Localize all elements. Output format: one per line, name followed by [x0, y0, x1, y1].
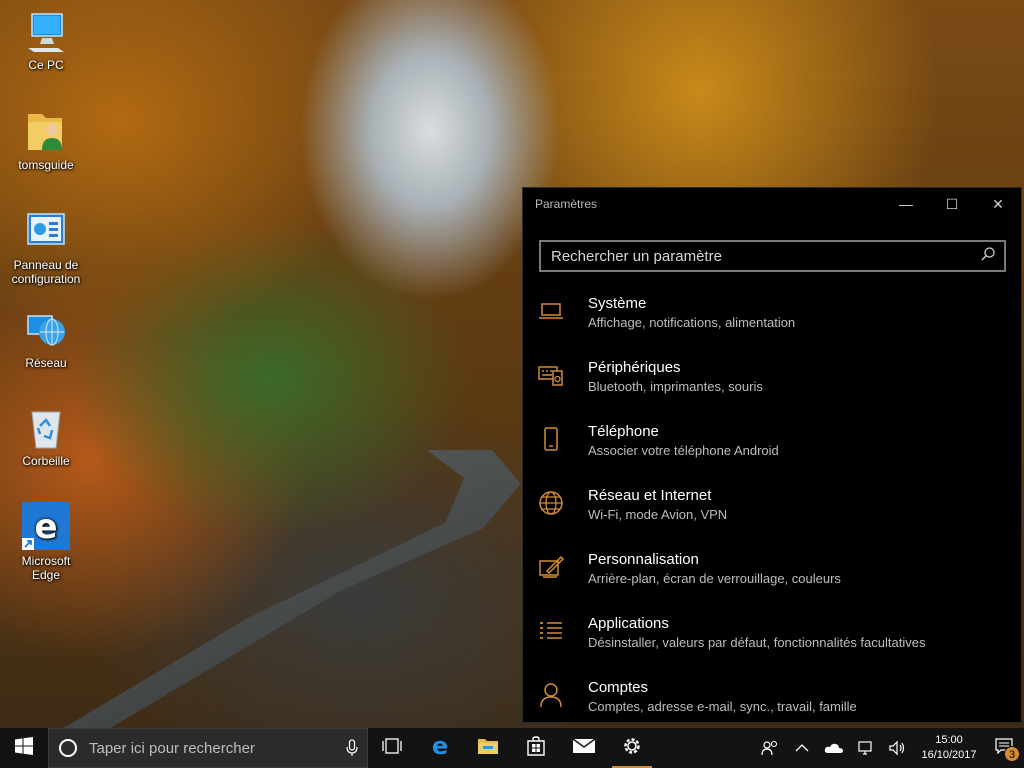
desktop-icon-network[interactable]: Réseau: [6, 308, 86, 370]
desktop-icon-recycle-bin[interactable]: Corbeille: [6, 406, 86, 468]
item-name: Système: [588, 295, 647, 312]
notification-badge: 3: [1004, 746, 1020, 762]
item-name: Personnalisation: [588, 551, 699, 568]
microphone-icon[interactable]: [337, 739, 367, 757]
settings-item-apps[interactable]: Applications Désinstaller, valeurs par d…: [523, 614, 1021, 678]
globe-icon: [537, 489, 565, 517]
item-desc: Désinstaller, valeurs par défaut, foncti…: [588, 635, 926, 650]
taskbar: Taper ici pour rechercher e 15:00 16/10/…: [0, 728, 1024, 768]
desktop-icon-label: Panneau de configuration: [11, 258, 81, 286]
minimize-button[interactable]: —: [883, 188, 929, 220]
store-icon: [526, 735, 546, 761]
item-name: Réseau et Internet: [588, 487, 712, 504]
item-desc: Affichage, notifications, alimentation: [588, 315, 796, 330]
person-icon: [537, 681, 565, 709]
item-name: Téléphone: [588, 423, 659, 440]
item-desc: Wi-Fi, mode Avion, VPN: [588, 507, 728, 522]
item-desc: Comptes, adresse e-mail, sync., travail,…: [588, 699, 857, 714]
maximize-button[interactable]: ☐: [929, 188, 975, 220]
network-icon[interactable]: [850, 728, 882, 768]
svg-text:e: e: [432, 735, 448, 757]
settings-item-personalization[interactable]: Personnalisation Arrière-plan, écran de …: [523, 550, 1021, 614]
cortana-icon: [59, 739, 77, 757]
chevron-up-icon[interactable]: [786, 728, 818, 768]
recycle-bin-icon: [24, 406, 68, 450]
edge-icon: e: [22, 502, 70, 550]
item-desc: Associer votre téléphone Android: [588, 443, 779, 458]
desktop-icon-edge[interactable]: e Microsoft Edge: [6, 502, 86, 582]
search-icon[interactable]: [980, 246, 996, 267]
monitor-icon: [24, 10, 68, 54]
task-view-icon: [382, 737, 402, 759]
file-explorer-icon: [477, 737, 499, 760]
system-tray: 15:00 16/10/2017 3: [754, 728, 1024, 768]
apps-list-icon: [537, 617, 565, 645]
desktop-icon-label: Ce PC: [28, 58, 64, 72]
settings-search-input[interactable]: Rechercher un paramètre: [539, 240, 1006, 272]
settings-window: Paramètres — ☐ ✕ Rechercher un paramètre…: [522, 187, 1022, 723]
item-name: Périphériques: [588, 359, 681, 376]
taskbar-clock[interactable]: 15:00 16/10/2017: [914, 733, 984, 763]
action-center-button[interactable]: 3: [984, 728, 1024, 768]
settings-category-list: Système Affichage, notifications, alimen…: [523, 294, 1021, 742]
onedrive-icon[interactable]: [818, 728, 850, 768]
start-button[interactable]: [0, 728, 48, 768]
edge-icon: e: [429, 732, 451, 762]
control-panel-icon: [24, 210, 68, 254]
taskbar-file-explorer[interactable]: [464, 728, 512, 768]
people-icon[interactable]: [754, 728, 786, 768]
desktop-icon-label: Réseau: [25, 356, 67, 370]
item-name: Applications: [588, 615, 669, 632]
item-desc: Bluetooth, imprimantes, souris: [588, 379, 763, 394]
phone-icon: [537, 425, 565, 453]
taskbar-search-placeholder: Taper ici pour rechercher: [89, 739, 255, 757]
clock-date: 16/10/2017: [921, 749, 977, 761]
task-view-button[interactable]: [368, 728, 416, 768]
windows-logo-icon: [15, 736, 33, 760]
desktop-icon-label: Microsoft Edge: [21, 554, 71, 582]
settings-item-devices[interactable]: Périphériques Bluetooth, imprimantes, so…: [523, 358, 1021, 422]
settings-item-network[interactable]: Réseau et Internet Wi-Fi, mode Avion, VP…: [523, 486, 1021, 550]
settings-gear-icon: [622, 736, 642, 761]
item-desc: Arrière-plan, écran de verrouillage, cou…: [588, 571, 841, 586]
taskbar-search-box[interactable]: Taper ici pour rechercher: [48, 728, 368, 768]
taskbar-settings[interactable]: [608, 728, 656, 768]
taskbar-edge[interactable]: e: [416, 728, 464, 768]
desktop-icon-label: Corbeille: [22, 454, 70, 468]
window-title: Paramètres: [535, 197, 598, 211]
volume-icon[interactable]: [882, 728, 914, 768]
user-folder-icon: [24, 110, 68, 154]
desktop-icon-label: tomsguide: [18, 158, 74, 172]
desktop-icon-control-panel[interactable]: Panneau de configuration: [6, 210, 86, 286]
paint-icon: [537, 553, 565, 581]
laptop-icon: [537, 297, 565, 325]
title-bar[interactable]: Paramètres — ☐ ✕: [523, 188, 1021, 220]
settings-item-system[interactable]: Système Affichage, notifications, alimen…: [523, 294, 1021, 358]
devices-icon: [537, 361, 565, 389]
mail-icon: [572, 737, 596, 759]
close-button[interactable]: ✕: [975, 188, 1021, 220]
clock-time: 15:00: [935, 734, 963, 746]
item-name: Comptes: [588, 679, 649, 696]
desktop-icon-user-folder[interactable]: tomsguide: [6, 110, 86, 172]
desktop-icon-this-pc[interactable]: Ce PC: [6, 10, 86, 72]
taskbar-store[interactable]: [512, 728, 560, 768]
settings-item-phone[interactable]: Téléphone Associer votre téléphone Andro…: [523, 422, 1021, 486]
svg-text:e: e: [34, 507, 57, 547]
search-placeholder: Rechercher un paramètre: [551, 247, 722, 265]
taskbar-mail[interactable]: [560, 728, 608, 768]
network-globe-icon: [24, 308, 68, 352]
wallpaper-road: [60, 450, 521, 730]
